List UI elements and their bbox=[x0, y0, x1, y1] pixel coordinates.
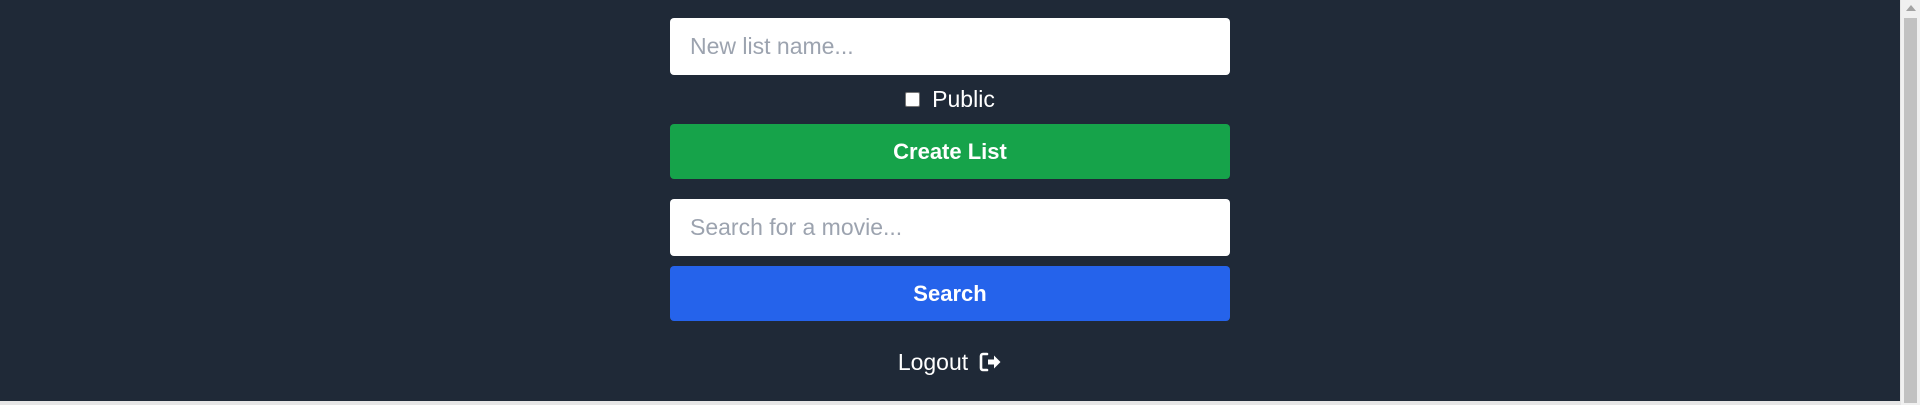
new-list-name-input[interactable] bbox=[670, 18, 1230, 75]
list-form-column: Public Create List Search Logout bbox=[670, 18, 1230, 379]
create-list-button[interactable]: Create List bbox=[670, 124, 1230, 179]
horizontal-scrollbar-track bbox=[0, 401, 1900, 405]
public-checkbox[interactable] bbox=[905, 91, 921, 107]
scroll-up-arrow-icon[interactable] bbox=[1906, 5, 1916, 11]
search-button[interactable]: Search bbox=[670, 266, 1230, 321]
logout-label: Logout bbox=[897, 348, 969, 375]
scrollbar-thumb[interactable] bbox=[1904, 18, 1917, 403]
public-checkbox-label[interactable]: Public bbox=[932, 86, 995, 113]
public-checkbox-row: Public bbox=[670, 77, 1230, 121]
logout-link[interactable]: Logout bbox=[670, 345, 1230, 379]
logout-icon bbox=[978, 350, 1002, 374]
page: Public Create List Search Logout bbox=[0, 0, 1920, 405]
vertical-scrollbar[interactable] bbox=[1900, 0, 1920, 405]
movie-search-input[interactable] bbox=[670, 199, 1230, 256]
